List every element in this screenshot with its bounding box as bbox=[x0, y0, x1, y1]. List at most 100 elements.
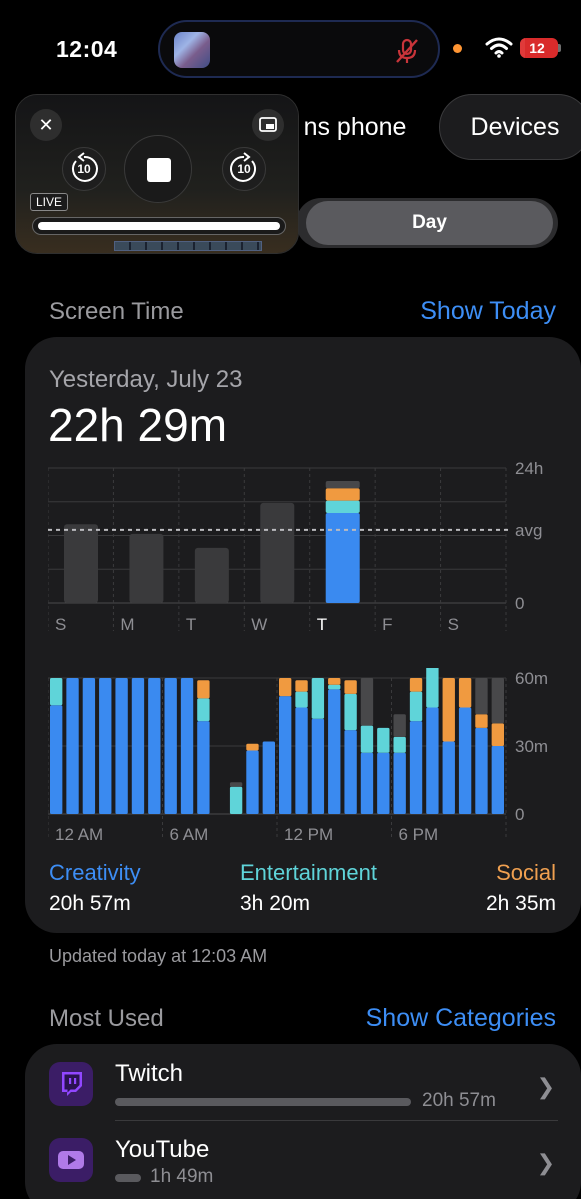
mic-muted-icon bbox=[396, 38, 418, 63]
tab-phone-label: ns phone bbox=[303, 112, 407, 141]
day-bar-entertainment bbox=[325, 500, 360, 513]
app-usage-bar bbox=[115, 1174, 141, 1182]
app-row-youtube[interactable]: YouTube 1h 49m ❯ bbox=[25, 1124, 581, 1199]
legend-creativity-name: Creativity bbox=[49, 860, 141, 885]
day-bar-social bbox=[325, 488, 360, 501]
chevron-right-icon: ❯ bbox=[536, 1150, 555, 1175]
skip-forward-label: 10 bbox=[237, 162, 251, 176]
pip-expand-icon[interactable] bbox=[252, 109, 284, 141]
hour-bar-creativity bbox=[295, 707, 308, 814]
hour-bar-social bbox=[491, 723, 504, 746]
day-label: T bbox=[186, 615, 196, 634]
twitch-icon bbox=[49, 1062, 93, 1106]
hour-bar-entertainment bbox=[197, 698, 210, 722]
hour-bar-creativity bbox=[164, 678, 177, 814]
hour-bar-creativity bbox=[148, 678, 161, 814]
hour-bar-creativity bbox=[328, 689, 341, 814]
hour-bar-social bbox=[344, 680, 357, 694]
app-row-twitch[interactable]: Twitch 20h 57m ❯ bbox=[25, 1048, 581, 1126]
app-name: YouTube bbox=[115, 1136, 210, 1163]
day-bar-other bbox=[325, 480, 360, 489]
close-icon[interactable]: ✕ bbox=[30, 109, 62, 141]
hour-bar-creativity bbox=[458, 707, 472, 814]
hour-bar-other bbox=[229, 782, 243, 787]
hour-bar-creativity bbox=[409, 721, 423, 814]
legend-social-value: 2h 35m bbox=[485, 892, 556, 915]
hour-bar-creativity bbox=[246, 750, 259, 814]
app-time: 20h 57m bbox=[422, 1090, 496, 1111]
y-tick-label: 0 bbox=[515, 805, 524, 824]
hour-bar-entertainment bbox=[295, 691, 308, 708]
hourly-usage-chart[interactable]: 60m 30m 0 12 AM 6 AM 12 PM 6 PM bbox=[48, 668, 568, 848]
hour-bar-other bbox=[360, 678, 374, 726]
weekly-usage-chart[interactable]: 24h avg 0 S M T W T F S bbox=[48, 460, 568, 640]
hour-bar-creativity bbox=[311, 718, 325, 814]
day-label: S bbox=[448, 615, 459, 634]
date-label: Yesterday, July 23 bbox=[49, 366, 243, 393]
hour-bar-social bbox=[328, 678, 341, 685]
y-tick-label: 24h bbox=[515, 460, 543, 478]
hour-bar-entertainment bbox=[360, 725, 374, 753]
segment-day-label: Day bbox=[412, 212, 447, 233]
legend-entertainment-value: 3h 20m bbox=[240, 892, 311, 915]
tab-phone[interactable]: ns phone bbox=[280, 94, 430, 160]
day-bar-creativity bbox=[325, 513, 360, 603]
legend-entertainment-name: Entertainment bbox=[240, 860, 377, 885]
wifi-icon bbox=[485, 37, 513, 58]
pip-progress-fill bbox=[38, 222, 280, 230]
y-tick-label: 60m bbox=[515, 669, 548, 688]
battery-nub bbox=[558, 44, 561, 52]
skip-back-10-icon[interactable]: 10 bbox=[62, 147, 106, 191]
hour-bar-social bbox=[409, 678, 423, 692]
hour-bar-creativity bbox=[442, 741, 455, 814]
segment-day[interactable]: Day bbox=[306, 201, 553, 245]
hour-bar-creativity bbox=[115, 678, 128, 814]
day-label: W bbox=[251, 615, 267, 634]
skip-forward-10-icon[interactable]: 10 bbox=[222, 147, 266, 191]
screen-time-title: Screen Time bbox=[49, 298, 184, 325]
hour-bar-creativity bbox=[475, 727, 488, 814]
hour-bar-creativity bbox=[491, 746, 504, 814]
show-categories-link[interactable]: Show Categories bbox=[366, 1004, 556, 1033]
hour-bar-social bbox=[442, 678, 455, 742]
pip-progress-bar[interactable] bbox=[32, 217, 286, 235]
x-tick-label: 6 PM bbox=[399, 825, 439, 844]
stop-icon[interactable] bbox=[124, 135, 192, 203]
hour-bar-creativity bbox=[197, 721, 210, 814]
live-badge: LIVE bbox=[30, 193, 69, 211]
hour-bar-entertainment bbox=[328, 684, 341, 690]
day-bar bbox=[64, 524, 98, 603]
show-today-link[interactable]: Show Today bbox=[420, 297, 556, 326]
app-time: 1h 49m bbox=[150, 1166, 214, 1187]
chevron-right-icon: ❯ bbox=[536, 1074, 555, 1099]
most-used-title: Most Used bbox=[49, 1005, 164, 1032]
x-tick-label: 6 AM bbox=[170, 825, 209, 844]
tab-devices[interactable]: Devices bbox=[439, 94, 581, 160]
hour-bar-creativity bbox=[82, 678, 96, 814]
hour-bar-entertainment bbox=[377, 727, 390, 753]
hour-bar-creativity bbox=[377, 752, 390, 814]
skip-back-label: 10 bbox=[77, 162, 91, 176]
pip-player[interactable]: ✕ 10 10 LIVE bbox=[15, 94, 299, 254]
hour-bar-creativity bbox=[426, 707, 439, 814]
dynamic-island[interactable] bbox=[158, 20, 440, 78]
day-bar bbox=[260, 502, 295, 603]
total-time: 22h 29m bbox=[48, 399, 228, 451]
hour-bar-social bbox=[246, 743, 259, 751]
battery-charging-icon: 12 bbox=[520, 38, 558, 58]
day-label: S bbox=[55, 615, 66, 634]
privacy-dot bbox=[453, 44, 462, 53]
hour-bar-creativity bbox=[262, 741, 275, 814]
hour-bar-social bbox=[458, 678, 472, 708]
hour-bar-other bbox=[393, 714, 406, 737]
day-label: F bbox=[382, 615, 392, 634]
status-bar: 12:04 12 bbox=[0, 0, 581, 90]
legend-creativity-value: 20h 57m bbox=[49, 892, 131, 915]
stop-square bbox=[147, 158, 171, 182]
hour-bar-entertainment bbox=[393, 736, 406, 753]
y-tick-label: 0 bbox=[515, 594, 524, 613]
legend-social-name: Social bbox=[496, 860, 556, 885]
hour-bar-social bbox=[197, 680, 210, 699]
app-name: Twitch bbox=[115, 1060, 184, 1087]
hour-bar-creativity bbox=[66, 678, 79, 814]
